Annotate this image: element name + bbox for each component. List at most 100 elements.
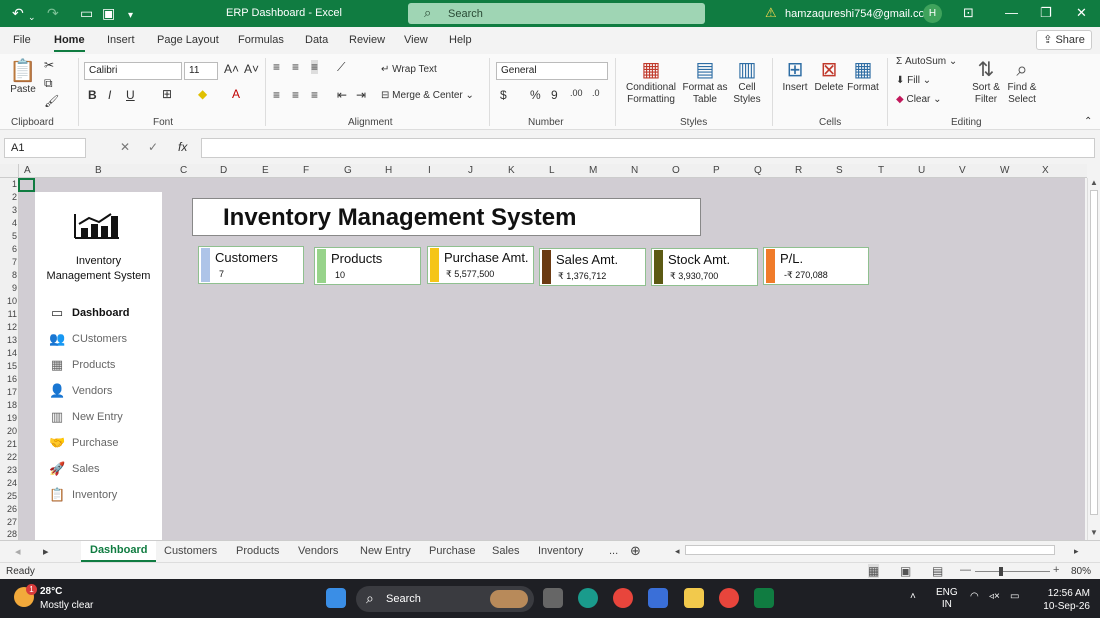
- align-bottom-icon[interactable]: ≡: [311, 60, 319, 74]
- taskbar-search[interactable]: ⌕ Search: [356, 586, 534, 612]
- chrome-profile-icon[interactable]: [719, 588, 739, 608]
- volume-icon[interactable]: ◃×: [989, 591, 1000, 603]
- cancel-icon[interactable]: ✕: [120, 140, 130, 154]
- kpi-card-purchase[interactable]: Purchase Amt. ₹ 5,577,500: [427, 246, 534, 284]
- row-header[interactable]: 9: [0, 283, 17, 293]
- align-center-icon[interactable]: ≡: [292, 88, 299, 102]
- undo-dropdown-icon[interactable]: ⌄: [28, 9, 36, 25]
- font-color-icon[interactable]: A: [232, 87, 240, 101]
- column-header[interactable]: B: [95, 165, 102, 176]
- row-header[interactable]: 16: [0, 374, 17, 384]
- row-header[interactable]: 23: [0, 465, 17, 475]
- search-box[interactable]: ⌕ Search: [408, 3, 705, 24]
- vertical-scroll-thumb[interactable]: [1090, 190, 1098, 515]
- dashboard-heading-box[interactable]: Inventory Management System: [192, 198, 701, 236]
- row-header[interactable]: 7: [0, 257, 17, 267]
- column-header[interactable]: M: [589, 165, 597, 176]
- nav-item-new-entry[interactable]: ▥ New Entry: [47, 409, 157, 427]
- row-header[interactable]: 20: [0, 426, 17, 436]
- align-top-icon[interactable]: ≡: [273, 60, 280, 74]
- currency-icon[interactable]: $: [500, 88, 507, 102]
- column-header[interactable]: R: [795, 165, 802, 176]
- column-header[interactable]: H: [385, 165, 392, 176]
- cell-styles-button[interactable]: ▥ Cell Styles: [729, 58, 765, 106]
- comma-icon[interactable]: 9: [551, 88, 558, 102]
- sort-filter-button[interactable]: ⇅ Sort & Filter: [968, 58, 1004, 106]
- nav-item-vendors[interactable]: 👤 Vendors: [47, 383, 157, 401]
- row-header[interactable]: 2: [0, 192, 17, 202]
- sheet-tab-purchase[interactable]: Purchase: [429, 545, 475, 557]
- page-layout-view-icon[interactable]: ▣: [900, 564, 911, 578]
- sheet-tab-new-entry[interactable]: New Entry: [360, 545, 411, 557]
- zoom-slider-thumb[interactable]: [999, 567, 1003, 576]
- close-icon[interactable]: ✕: [1076, 5, 1087, 21]
- minimize-icon[interactable]: —: [1005, 5, 1018, 20]
- collapse-ribbon-icon[interactable]: ⌃: [1084, 116, 1092, 127]
- battery-icon[interactable]: ▭: [1010, 591, 1019, 603]
- task-view-icon[interactable]: [543, 588, 563, 608]
- nav-item-inventory[interactable]: 📋 Inventory: [47, 487, 157, 505]
- formula-input[interactable]: [201, 138, 1095, 158]
- tab-home[interactable]: Home: [54, 34, 85, 52]
- clear-button[interactable]: ◆ Clear ⌄: [896, 94, 942, 106]
- row-header[interactable]: 18: [0, 400, 17, 410]
- row-header[interactable]: 19: [0, 413, 17, 423]
- column-header[interactable]: U: [918, 165, 925, 176]
- edge-icon[interactable]: [578, 588, 598, 608]
- increase-font-icon[interactable]: A˄: [224, 62, 239, 76]
- column-header[interactable]: K: [508, 165, 515, 176]
- percent-icon[interactable]: %: [530, 88, 541, 102]
- tab-help[interactable]: Help: [449, 34, 472, 46]
- column-header[interactable]: O: [672, 165, 680, 176]
- column-header[interactable]: E: [262, 165, 269, 176]
- column-header[interactable]: A: [24, 165, 31, 176]
- zoom-level[interactable]: 80%: [1071, 566, 1091, 577]
- undo-icon[interactable]: ↶: [12, 5, 24, 21]
- number-format-select[interactable]: General: [496, 62, 608, 80]
- tab-review[interactable]: Review: [349, 34, 385, 46]
- sheet-tab-products[interactable]: Products: [236, 545, 279, 557]
- column-header[interactable]: D: [220, 165, 227, 176]
- cut-icon[interactable]: ✂: [44, 58, 54, 72]
- horizontal-scrollbar[interactable]: [685, 545, 1055, 555]
- font-size-select[interactable]: 11: [184, 62, 218, 80]
- show-hidden-icons[interactable]: ˄: [910, 591, 916, 603]
- align-middle-icon[interactable]: ≡: [292, 60, 299, 74]
- insert-function-icon[interactable]: fx: [178, 140, 187, 154]
- row-header[interactable]: 4: [0, 218, 17, 228]
- row-header[interactable]: 15: [0, 361, 17, 371]
- row-header[interactable]: 14: [0, 348, 17, 358]
- column-header[interactable]: T: [878, 165, 884, 176]
- increase-decimal-icon[interactable]: .00: [570, 88, 583, 98]
- sheet-tab-sales[interactable]: Sales: [492, 545, 520, 557]
- paste-button[interactable]: 📋 Paste: [8, 58, 38, 96]
- column-header[interactable]: F: [303, 165, 309, 176]
- zoom-slider[interactable]: [975, 571, 1050, 572]
- page-break-view-icon[interactable]: ▤: [932, 564, 943, 578]
- more-sheets-button[interactable]: ...: [609, 545, 618, 557]
- align-right-icon[interactable]: ≡: [311, 88, 318, 102]
- format-as-table-button[interactable]: ▤ Format as Table: [682, 58, 728, 106]
- row-header[interactable]: 22: [0, 452, 17, 462]
- redo-icon[interactable]: ↷: [47, 5, 59, 21]
- zoom-in-icon[interactable]: +: [1053, 564, 1059, 576]
- zoom-out-icon[interactable]: —: [960, 564, 971, 576]
- conditional-formatting-button[interactable]: ▦ Conditional Formatting: [622, 58, 680, 106]
- row-header[interactable]: 21: [0, 439, 17, 449]
- nav-item-purchase[interactable]: 🤝 Purchase: [47, 435, 157, 453]
- wifi-icon[interactable]: ◠: [970, 591, 979, 603]
- column-header[interactable]: L: [549, 165, 555, 176]
- restore-icon[interactable]: ❐: [1040, 5, 1052, 21]
- underline-icon[interactable]: U: [126, 88, 135, 102]
- row-header[interactable]: 5: [0, 231, 17, 241]
- row-header[interactable]: 10: [0, 296, 17, 306]
- tab-file[interactable]: File: [13, 34, 31, 46]
- format-cells-button[interactable]: ▦ Format: [846, 58, 880, 94]
- customize-toolbar-icon[interactable]: ▾: [128, 8, 133, 24]
- next-sheet-icon[interactable]: ▸: [43, 545, 49, 558]
- select-all-corner[interactable]: [0, 164, 19, 178]
- normal-view-icon[interactable]: ▦: [868, 564, 880, 578]
- nav-item-products[interactable]: ▦ Products: [47, 357, 157, 375]
- nav-item-customers[interactable]: 👥 CUstomers: [47, 331, 157, 349]
- kpi-card-profit-loss[interactable]: P/L. -₹ 270,088: [763, 247, 869, 285]
